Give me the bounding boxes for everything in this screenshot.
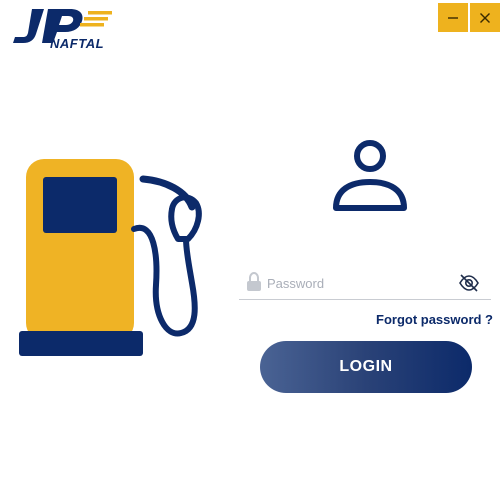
logo-text: NAFTAL [50, 36, 105, 51]
lock-icon [245, 272, 263, 292]
eye-slash-icon[interactable] [458, 274, 480, 292]
close-button[interactable] [470, 3, 500, 32]
login-button[interactable]: LOGIN [260, 341, 472, 393]
password-input[interactable] [267, 272, 447, 294]
app-logo: NAFTAL [10, 6, 114, 52]
user-icon [333, 140, 407, 211]
minimize-icon [448, 16, 458, 19]
password-field [239, 266, 491, 300]
user-avatar [330, 138, 410, 216]
fuel-pump-icon [19, 159, 202, 356]
forgot-password-link[interactable]: Forgot password ? [376, 312, 493, 327]
close-icon [480, 12, 490, 23]
fuel-pump-illustration [16, 155, 206, 360]
minimize-button[interactable] [438, 3, 468, 32]
